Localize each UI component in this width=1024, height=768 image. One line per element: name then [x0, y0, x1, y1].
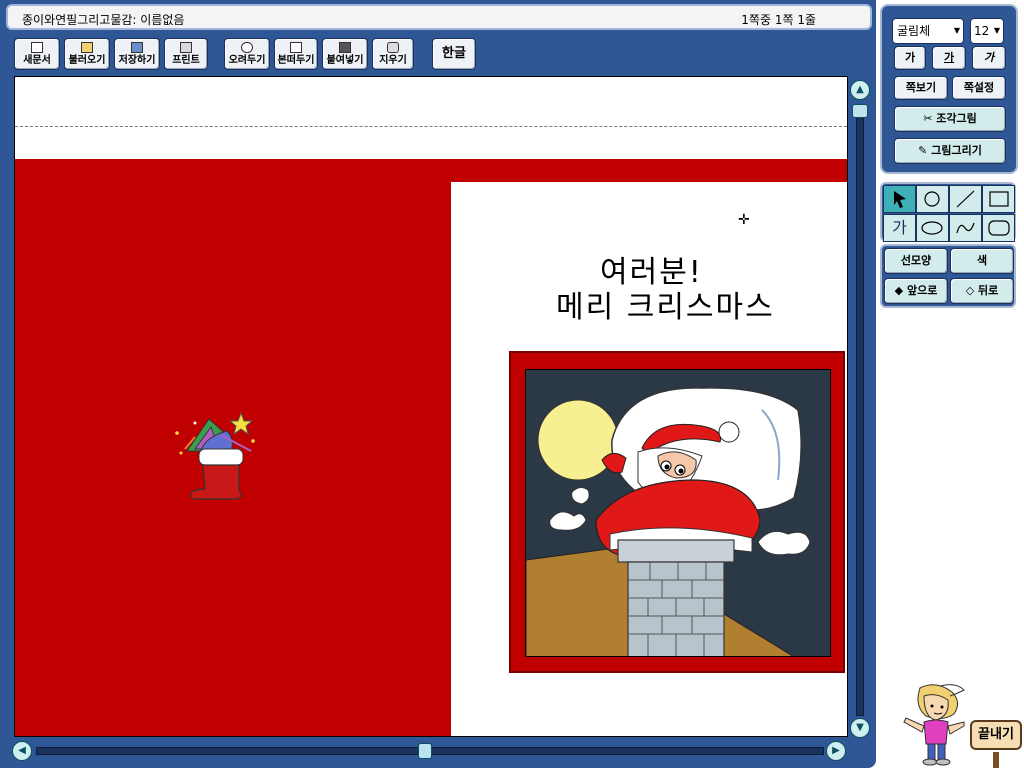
- format-panel: 굴림체 ▼ 12 ▼ 가 가 가 쪽보기 쪽설정 ✂ 조각그림 ✎ 그림그리기: [880, 4, 1018, 174]
- santa-picture-frame[interactable]: [509, 351, 845, 673]
- vertical-scrollbar[interactable]: ▲ ▼: [850, 80, 870, 740]
- brush-icon: ✎: [918, 144, 932, 157]
- send-back-button[interactable]: ◇ 뒤로: [950, 278, 1014, 304]
- bring-front-icon: ◆: [894, 284, 907, 297]
- santa-chimney-icon: [526, 387, 811, 656]
- line-style-button[interactable]: 선모양: [884, 248, 948, 274]
- greeting-line-2[interactable]: 메리 크리스마스: [556, 282, 775, 326]
- ellipse-tool-icon[interactable]: [916, 214, 949, 242]
- paste-button[interactable]: 붙여넣기: [322, 38, 368, 70]
- text-tool-icon[interactable]: 가: [883, 214, 916, 242]
- crosshair-cursor-icon: ✛: [738, 212, 750, 228]
- curve-tool-icon[interactable]: [949, 214, 982, 242]
- page-header-area: [15, 77, 847, 159]
- scroll-left-icon[interactable]: ◀: [12, 741, 32, 761]
- horizontal-scroll-thumb[interactable]: [418, 743, 432, 759]
- chevron-down-icon: ▼: [993, 26, 1000, 35]
- santa-picture: [525, 369, 831, 657]
- print-button[interactable]: 프린트: [164, 38, 208, 70]
- circle-tool-icon[interactable]: [916, 185, 949, 213]
- vertical-scroll-thumb[interactable]: [852, 104, 868, 118]
- chevron-down-icon: ▼: [953, 26, 960, 35]
- drawing-tools: 가: [880, 182, 1016, 242]
- cut-button[interactable]: 오려두기: [224, 38, 270, 70]
- scroll-right-icon[interactable]: ▶: [826, 741, 846, 761]
- select-arrow-icon[interactable]: [883, 185, 916, 213]
- stocking-clipart[interactable]: [165, 409, 257, 501]
- new-document-button[interactable]: 새문서: [14, 38, 60, 70]
- underline-button[interactable]: 가: [932, 46, 966, 70]
- draw-button[interactable]: ✎ 그림그리기: [894, 138, 1006, 164]
- shape-options-panel: 선모양 색 ◆ 앞으로 ◇ 뒤로: [880, 244, 1016, 308]
- erase-button[interactable]: 지우기: [372, 38, 414, 70]
- copy-button[interactable]: 본떠두기: [274, 38, 318, 70]
- italic-button[interactable]: 가: [972, 46, 1006, 70]
- send-back-icon: ◇: [965, 284, 979, 297]
- clip-art-button[interactable]: ✂ 조각그림: [894, 106, 1006, 132]
- save-button[interactable]: 저장하기: [114, 38, 160, 70]
- line-tool-icon[interactable]: [949, 185, 982, 213]
- color-button[interactable]: 색: [950, 248, 1014, 274]
- clip-art-icon: ✂: [923, 112, 937, 125]
- horizontal-scrollbar[interactable]: ◀ ▶: [12, 741, 848, 761]
- hangul-toggle-button[interactable]: 한글: [432, 38, 476, 70]
- main-window: 종이와연필그리고물감: 이름없음 1쪽중 1쪽 1줄 새문서 불러오기 저장하기…: [0, 0, 876, 768]
- bring-front-button[interactable]: ◆ 앞으로: [884, 278, 948, 304]
- page-status: 1쪽중 1쪽 1줄: [741, 13, 816, 27]
- scroll-up-icon[interactable]: ▲: [850, 80, 870, 100]
- vertical-scroll-track[interactable]: [856, 104, 864, 716]
- bold-button[interactable]: 가: [894, 46, 926, 70]
- scroll-down-icon[interactable]: ▼: [850, 718, 870, 738]
- page-setup-button[interactable]: 쪽설정: [952, 76, 1006, 100]
- page-view-button[interactable]: 쪽보기: [894, 76, 948, 100]
- mascot-character-icon: [903, 684, 965, 766]
- exit-sign-post: [993, 752, 999, 768]
- font-select[interactable]: 굴림체 ▼: [892, 18, 964, 44]
- open-button[interactable]: 불러오기: [64, 38, 110, 70]
- font-size-select[interactable]: 12 ▼: [970, 18, 1004, 44]
- header-divider: [15, 126, 847, 127]
- rounded-rect-tool-icon[interactable]: [982, 214, 1015, 242]
- title-bar: 종이와연필그리고물감: 이름없음 1쪽중 1쪽 1줄: [6, 4, 872, 30]
- rectangle-tool-icon[interactable]: [982, 185, 1015, 213]
- exit-button[interactable]: 끝내기: [970, 720, 1022, 750]
- window-title: 종이와연필그리고물감: 이름없음: [22, 13, 185, 27]
- document-canvas[interactable]: 여러분! 메리 크리스마스 ✛: [14, 76, 848, 737]
